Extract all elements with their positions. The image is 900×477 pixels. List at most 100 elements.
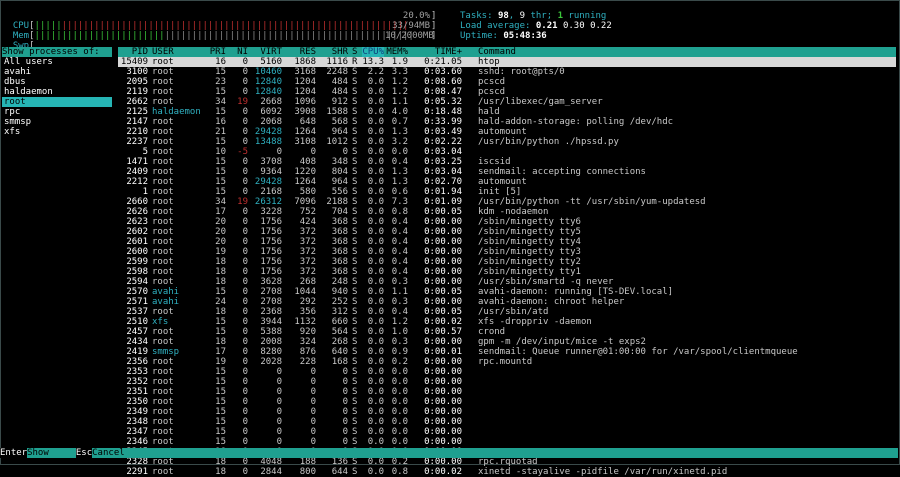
process-cpu: 0.0 (367, 297, 384, 307)
process-time: 0:33.99 (424, 117, 462, 127)
user-filter-item[interactable]: haldaemon (2, 87, 112, 97)
process-row[interactable]: 2348 root 15 0 0 0 0 S 0.0 0.0 0:00.00 (118, 417, 896, 427)
user-filter-item[interactable]: All users (2, 57, 112, 67)
process-mem: 0.0 (391, 377, 408, 387)
process-row[interactable]: 2210 root 21 0 29428 1264 964 S 0.0 1.3 0:03.49 aut… (118, 127, 896, 137)
process-row[interactable]: 2352 root 15 0 0 0 0 S 0.0 0.0 0:00.00 (118, 377, 896, 387)
process-shr: 368 (331, 257, 348, 267)
process-row[interactable]: 2347 root 15 0 0 0 0 S 0.0 0.0 0:00.00 (118, 427, 896, 437)
process-res: 372 (299, 257, 316, 267)
user-filter-item[interactable]: avahi (2, 67, 112, 77)
process-priority: 15 (215, 167, 226, 177)
process-row[interactable]: 2571 avahi 24 0 2708 292 252 S 0.0 0.3 0:00.00 avah… (118, 297, 896, 307)
process-cpu: 0.0 (367, 157, 384, 167)
process-row[interactable]: 2598 root 18 0 1756 372 368 S 0.0 0.4 0:00.00/sbin… (118, 267, 896, 277)
process-mem: 0.0 (391, 147, 408, 157)
process-row[interactable]: 2351 root 15 0 0 0 0 S 0.0 0.0 0:00.00 (118, 387, 896, 397)
process-command: rpc.rquotad (478, 457, 538, 467)
uptime-value: 05:48:36 (503, 31, 547, 41)
process-row[interactable]: 2328 root 18 0 4048 188 136 S 0.0 0.2 0:00.00 rpc.r… (118, 457, 896, 467)
process-row[interactable]: 2237 root 15 0 13488 3108 1012 S 0.0 3.2 0:02.22/u… (118, 137, 896, 147)
process-row[interactable]: 2623 root 20 0 1756 424 368 S 0.0 0.4 0:00.00/sbin… (118, 217, 896, 227)
process-row[interactable]: 2125 haldaemon 15 0 6092 3908 1588 S 0.0 4.0 0:18.… (118, 107, 896, 117)
process-mem: 0.6 (391, 187, 408, 197)
process-time: 0:00.00 (424, 377, 462, 387)
esc-key[interactable]: Esc (75, 448, 93, 458)
process-row[interactable]: 2212 root 15 0 29428 1264 964 S 0.0 1.3 0:02.70 aut… (118, 177, 896, 187)
process-nice: 0 (242, 157, 248, 167)
process-pid: 2356 (126, 357, 148, 367)
process-pid: 2212 (126, 177, 148, 187)
process-row[interactable]: 2660 root 34 19 26312 7096 2188 S 0.0 7.3 0:01.09 /… (118, 197, 896, 207)
user-filter-item[interactable]: rpc (2, 107, 112, 117)
col-virt[interactable]: VIRT (248, 47, 282, 57)
process-row[interactable]: 2356 root 19 0 2028 228 168 S 0.0 0.2 0:00.00 rpc.m… (118, 357, 896, 367)
col-user[interactable]: USER (152, 47, 208, 57)
process-command: rpc.mountd (478, 357, 533, 367)
process-row[interactable]: 2419 smmsp 17 0 8280 876 640 S 0.0 0.9 0:00.01 send… (118, 347, 896, 357)
user-filter-item[interactable]: smmsp (2, 117, 112, 127)
process-row[interactable]: 2599 root 18 0 1756 372 368 S 0.0 0.4 0:00.00/sbin… (118, 257, 896, 267)
process-row[interactable]: 5 root 10 -5 0 0 0 S 0.0 0.0 0:03.04 (118, 147, 896, 157)
process-row[interactable]: 2353 root 15 0 0 0 0 S 0.0 0.0 0:00.00 (118, 367, 896, 377)
process-row[interactable]: 2600 root 19 0 1756 372 368 S 0.0 0.4 0:00.00/sbin… (118, 247, 896, 257)
process-row[interactable]: 2409 root 15 0 9364 1220 804 S 0.0 1.3 0:03.04 send… (118, 167, 896, 177)
process-virt: 2028 (260, 357, 282, 367)
user-filter-item[interactable]: dbus (2, 77, 112, 87)
process-row[interactable]: 2457 root 15 0 5388 920 564 S 0.0 1.0 0:00.57 crond (118, 327, 896, 337)
process-user: avahi (152, 297, 180, 307)
process-row[interactable]: 3100 root 15 0 10460 3168 2248 S 2.2 3.3 0:03.60 ss… (118, 67, 896, 77)
process-nice: 19 (237, 97, 248, 107)
process-row[interactable]: 1 root 15 0 2168 580 556 S 0.0 0.6 0:01.94 init [5] (118, 187, 896, 197)
col-pri[interactable]: PRI (206, 47, 226, 57)
process-row[interactable]: 2662 root 34 19 2668 1096 912 S 0.0 1.1 0:05.32/us… (118, 97, 896, 107)
process-row[interactable]: 2291 root 18 0 2844 800 644 S 0.0 0.8 0:00.02 xinet… (118, 467, 896, 477)
col-time[interactable]: TIME+ (412, 47, 462, 57)
user-filter-item[interactable]: root (2, 97, 112, 107)
process-row[interactable]: 2537 root 18 0 2368 356 312 S 0.0 0.4 0:00.05/usr/… (118, 307, 896, 317)
process-row[interactable]: 2349 root 15 0 0 0 0 S 0.0 0.0 0:00.00 (118, 407, 896, 417)
process-row[interactable]: 2626 root 17 0 3228 752 704 S 0.0 0.8 0:00.05 kdm -… (118, 207, 896, 217)
process-row[interactable]: 15409 root 16 0 5160 1868 1116 R 13.3 1.9 0:21.05 h… (118, 57, 896, 67)
process-row[interactable]: 2095 root 23 0 12840 1204 484 S 0.0 1.2 0:08.60 pcs… (118, 77, 896, 87)
process-row[interactable]: 2602 root 20 0 1756 372 368 S 0.0 0.4 0:00.00/sbin… (118, 227, 896, 237)
process-row[interactable]: 2510 xfs 15 0 3944 1132 660 S 0.0 1.2 0:00.02 xfs -… (118, 317, 896, 327)
process-pid: 5 (142, 147, 148, 157)
process-state: S (352, 257, 358, 267)
process-virt: 2844 (260, 467, 282, 477)
process-virt: 3708 (260, 157, 282, 167)
col-shr[interactable]: SHR (318, 47, 348, 57)
col-cpu[interactable]: CPU% (362, 47, 384, 57)
process-row[interactable]: 2601 root 20 0 1756 372 368 S 0.0 0.4 0:00.00/sbin… (118, 237, 896, 247)
process-row[interactable]: 2346 root 15 0 0 0 0 S 0.0 0.0 0:00.00 (118, 437, 896, 447)
process-row[interactable]: 2147 root 16 0 2068 648 568 S 0.0 0.7 0:33.99 hald-… (118, 117, 896, 127)
col-res[interactable]: RES (284, 47, 316, 57)
process-row[interactable]: 2570 avahi 15 0 2708 1044 940 S 0.0 1.1 0:00.05 ava… (118, 287, 896, 297)
process-mem: 0.9 (391, 347, 408, 357)
process-priority: 15 (215, 437, 226, 447)
function-bar: EnterShow EscCancel (0, 448, 898, 458)
process-row[interactable]: 2434 root 18 0 2008 324 268 S 0.0 0.3 0:00.00 gpm -… (118, 337, 896, 347)
process-virt: 1756 (260, 257, 282, 267)
col-state[interactable]: S (352, 47, 360, 57)
process-row[interactable]: 2350 root 15 0 0 0 0 S 0.0 0.0 0:00.00 (118, 397, 896, 407)
col-pid[interactable]: PID (118, 47, 148, 57)
process-priority: 15 (215, 187, 226, 197)
col-ni[interactable]: NI (228, 47, 248, 57)
process-nice: 0 (242, 267, 248, 277)
enter-key[interactable]: Enter (0, 448, 28, 458)
process-mem: 1.3 (391, 177, 408, 187)
process-virt: 1756 (260, 227, 282, 237)
process-row[interactable]: 2119 root 15 0 12840 1204 484 S 0.0 1.2 0:08.47 pcs… (118, 87, 896, 97)
process-pid: 2328 (126, 457, 148, 467)
process-row[interactable]: 2594 root 18 0 3628 268 248 S 0.0 0.3 0:00.00/usr/… (118, 277, 896, 287)
col-mem[interactable]: MEM% (386, 47, 408, 57)
process-virt: 0 (276, 397, 282, 407)
user-filter-item[interactable]: xfs (2, 127, 112, 137)
process-command: automount (478, 127, 527, 137)
process-row[interactable]: 1471 root 15 0 3708 408 348 S 0.0 0.4 0:03.25 iscsi… (118, 157, 896, 167)
show-button[interactable]: Show (27, 448, 76, 458)
cancel-button[interactable]: Cancel (92, 448, 125, 458)
process-res: 372 (299, 237, 316, 247)
col-command[interactable]: Command (478, 47, 516, 57)
